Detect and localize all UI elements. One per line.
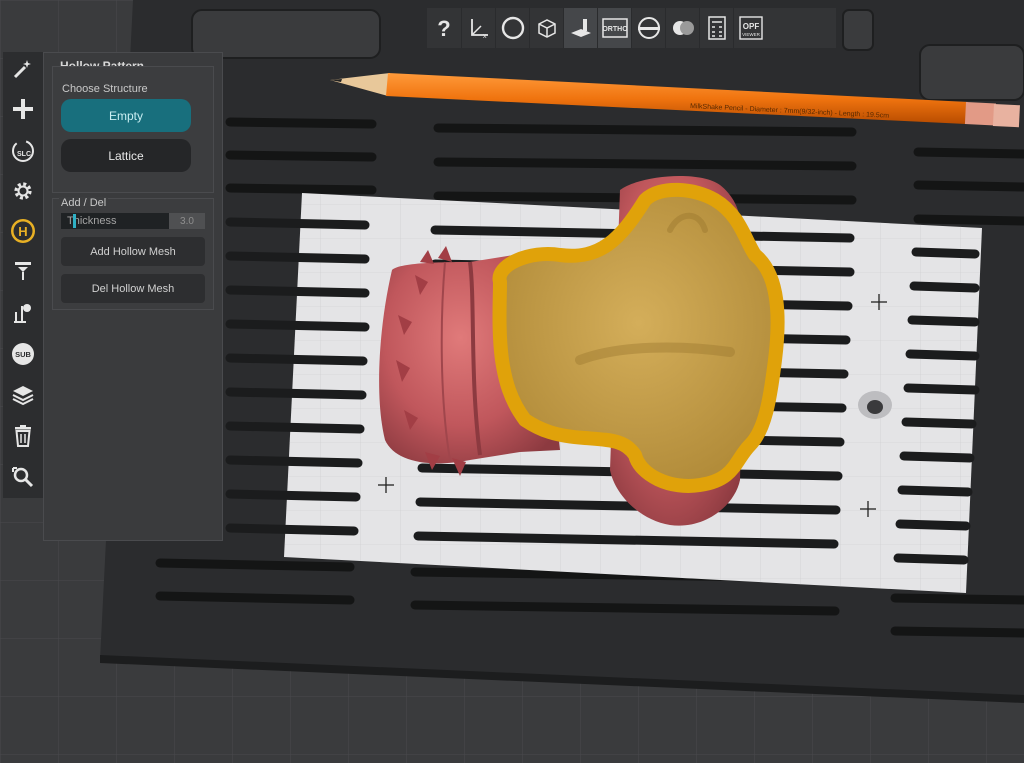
manual-support-button[interactable] [3, 296, 43, 334]
thickness-slider-handle[interactable] [73, 214, 76, 228]
subtract-button[interactable]: SUB [3, 337, 43, 375]
add-del-label: Add / Del [59, 197, 109, 209]
build-platform-icon [568, 15, 594, 41]
magic-wand-button[interactable] [3, 52, 43, 90]
add-del-group: Add / Del Thickness 3.0 Add Hollow Mesh … [52, 197, 214, 310]
ortho-label: ORTHO [602, 26, 628, 33]
slc-label: SLC [17, 151, 31, 158]
delete-button[interactable] [3, 419, 43, 457]
slc-button[interactable]: SLC [3, 134, 43, 172]
structure-group: Choose Structure Empty Lattice [52, 66, 214, 193]
hollow-pattern-panel: Hollow Pattern Choose Structure Empty La… [43, 52, 223, 541]
transform-button[interactable] [3, 460, 43, 498]
hollow-label: H [18, 224, 27, 239]
hollow-button[interactable]: H [3, 214, 51, 252]
slc-icon: SLC [9, 137, 37, 170]
ortho-button[interactable]: ORTHO [597, 8, 631, 48]
manual-support-icon [10, 300, 36, 331]
render-mode-icon [670, 15, 696, 41]
gear-icon [10, 178, 36, 209]
support-button[interactable] [3, 254, 43, 292]
opf-label: OPF [742, 22, 759, 31]
question-icon: ? [434, 16, 454, 40]
support-icon [10, 258, 36, 289]
opf-viewer-button[interactable]: OPF VIEWER [733, 8, 767, 48]
thickness-slider[interactable]: Thickness 3.0 [61, 213, 205, 229]
box-view-button[interactable] [529, 8, 563, 48]
help-button[interactable]: ? [427, 8, 461, 48]
plus-icon [10, 96, 36, 127]
sphere-view-button[interactable] [495, 8, 529, 48]
section-button[interactable] [631, 8, 665, 48]
tool-sidebar: SLC H SUB [3, 52, 51, 498]
opf-sublabel: VIEWER [742, 32, 761, 37]
cross-section-icon [636, 15, 662, 41]
calculator-icon [706, 15, 728, 41]
hollow-icon: H [9, 217, 37, 250]
magic-wand-icon [11, 57, 35, 86]
structure-lattice-button[interactable]: Lattice [61, 139, 191, 172]
svg-text:?: ? [437, 16, 450, 40]
axes-button[interactable]: x [461, 8, 495, 48]
view-toolbar: ? x ORTHO OPF VIEWER [427, 8, 836, 48]
cube-icon [534, 15, 560, 41]
add-hollow-mesh-button[interactable]: Add Hollow Mesh [61, 237, 205, 266]
layers-button[interactable] [3, 378, 43, 416]
calculator-button[interactable] [699, 8, 733, 48]
del-hollow-mesh-button[interactable]: Del Hollow Mesh [61, 274, 205, 303]
sub-icon: SUB [10, 341, 36, 372]
settings-button[interactable] [3, 174, 43, 212]
platform-view-button[interactable] [563, 8, 597, 48]
transform-icon [10, 464, 36, 495]
svg-text:x: x [483, 33, 487, 40]
structure-empty-button[interactable]: Empty [61, 99, 191, 132]
add-button[interactable] [3, 92, 43, 130]
layers-icon [10, 382, 36, 413]
sub-label: SUB [15, 350, 31, 359]
render-mode-button[interactable] [665, 8, 699, 48]
ortho-icon: ORTHO [601, 16, 629, 40]
trash-icon [11, 423, 35, 454]
axes-icon: x [467, 16, 491, 40]
thickness-value[interactable]: 3.0 [169, 213, 205, 229]
structure-label: Choose Structure [62, 83, 148, 95]
opf-viewer-icon: OPF VIEWER [737, 14, 765, 42]
circle-icon [500, 15, 526, 41]
